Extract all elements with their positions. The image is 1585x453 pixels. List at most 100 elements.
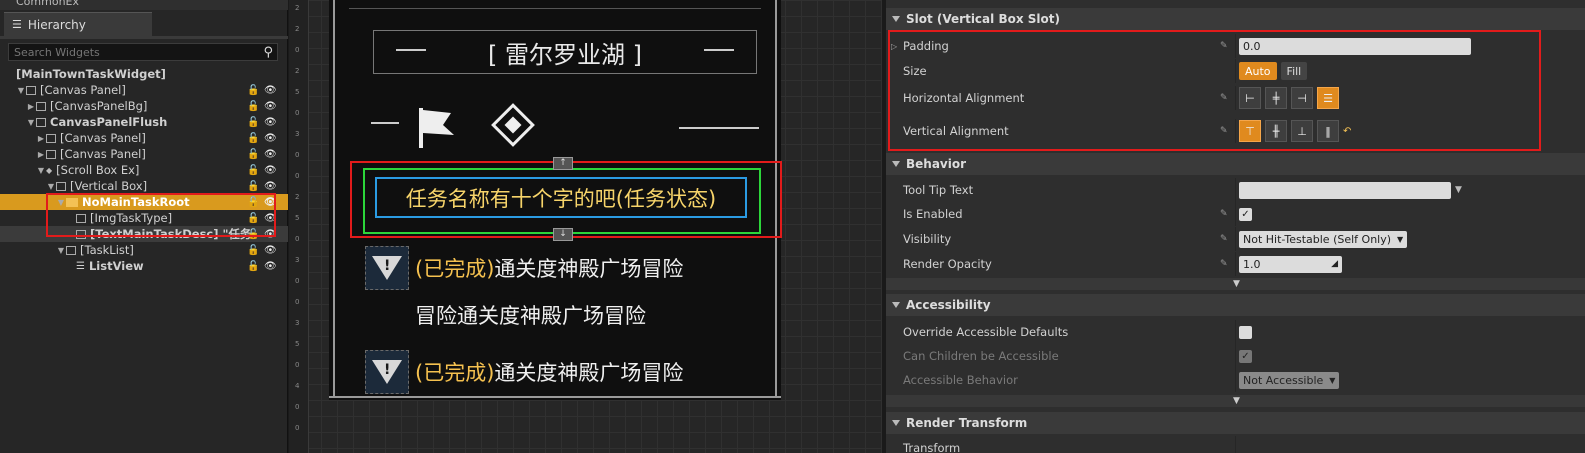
visibility-value: Not Hit-Testable (Self Only)	[1243, 232, 1392, 246]
visibility-eye-icon[interactable]: 👁	[264, 117, 277, 128]
tree-item[interactable]: ▶ [Canvas Panel] 🔓 👁	[0, 130, 288, 146]
opacity-input[interactable]: 1.0 ◢	[1239, 255, 1342, 273]
advanced-expander-accessibility[interactable]: ▼	[886, 395, 1585, 407]
expand-arrow-icon[interactable]: ▼	[56, 246, 66, 255]
tree-item[interactable]: ☰ ListView 🔓 👁	[0, 258, 288, 274]
task-list-item[interactable]: ! (已完成) 通关度神殿广场冒险	[365, 245, 759, 291]
scrollbox-icon: ◆	[46, 165, 53, 175]
search-widgets-field[interactable]: ⚲	[8, 43, 278, 61]
resize-handle-bottom[interactable]: ↓	[553, 228, 573, 241]
lock-icon[interactable]: 🔓	[247, 133, 259, 144]
tree-item[interactable]: ▼ NoMainTaskRoot 🔓 👁	[0, 194, 288, 210]
visibility-eye-icon[interactable]: 👁	[264, 85, 277, 96]
category-behavior-label: Behavior	[906, 157, 967, 171]
vertical-ruler: 2 2 0 2 5 0 3 0 0 2 5 0 3 0 0 3 5 0 4 0 0	[289, 0, 309, 453]
expand-arrow-icon[interactable]: ▶	[26, 102, 36, 111]
visibility-eye-icon[interactable]: 👁	[264, 245, 277, 256]
expand-arrow-icon[interactable]: ▼	[56, 198, 66, 207]
search-icon[interactable]: ⚲	[263, 45, 277, 60]
lock-icon[interactable]: 🔓	[247, 165, 259, 176]
is-enabled-checkbox[interactable]: ✓	[1239, 207, 1252, 221]
visibility-eye-icon[interactable]: 👁	[264, 181, 277, 192]
visibility-eye-icon[interactable]: 👁	[264, 165, 277, 176]
tree-item[interactable]: ▼ [Canvas Panel] 🔓 👁	[0, 82, 288, 98]
expand-arrow-icon[interactable]: ▼	[36, 166, 46, 175]
ruler-tick-label: 2	[295, 25, 300, 33]
visibility-eye-icon[interactable]: 👁	[264, 101, 277, 112]
category-render-transform[interactable]: Render Transform	[886, 412, 1585, 434]
ruler-tick-label: 0	[295, 298, 300, 306]
category-accessibility[interactable]: Accessibility	[886, 294, 1585, 316]
tooltip-input[interactable]	[1239, 181, 1451, 199]
tree-item[interactable]: [TextMainTaskDesc] "任务 🔓 👁	[0, 226, 288, 242]
ruler-tick-label: 3	[295, 130, 300, 138]
tab-hierarchy[interactable]: ☰ Hierarchy	[4, 12, 152, 36]
tree-item[interactable]: [MainTownTaskWidget]	[0, 66, 288, 82]
tree-item[interactable]: ▼ ◆ [Scroll Box Ex] 🔓 👁	[0, 162, 288, 178]
ruler-tick-label: 3	[295, 319, 300, 327]
visibility-eye-icon[interactable]: 👁	[264, 149, 277, 160]
collapse-icon	[892, 420, 900, 426]
ruler-tick-label: 0	[295, 277, 300, 285]
ruler-tick-label: 5	[295, 88, 300, 96]
visibility-eye-icon[interactable]: 👁	[264, 261, 277, 272]
accessible-behavior-dropdown: Not Accessible ▼	[1239, 371, 1340, 389]
visibility-dropdown[interactable]: Not Hit-Testable (Self Only) ▼	[1239, 230, 1408, 248]
prop-transform: Transform	[886, 436, 1585, 453]
lock-icon[interactable]: 🔓	[247, 149, 259, 160]
override-checkbox[interactable]	[1239, 325, 1252, 339]
lock-icon[interactable]: 🔓	[247, 117, 259, 128]
expand-arrow-icon[interactable]: ▼	[16, 86, 26, 95]
expand-arrow-icon[interactable]: ▶	[36, 134, 46, 143]
resize-handle-top[interactable]: ↑	[553, 157, 573, 170]
expand-arrow-icon[interactable]: ▶	[36, 150, 46, 159]
ruler-tick-label: 2	[295, 67, 300, 75]
visibility-eye-icon[interactable]: 👁	[264, 213, 277, 224]
designer-canvas[interactable]: 2 2 0 2 5 0 3 0 0 2 5 0 3 0 0 3 5 0 4 0 0 [ 雷尔罗业湖 ] ↑ 任务名称有十…	[289, 0, 882, 453]
tree-item-label: [ImgTaskType]	[90, 211, 173, 225]
search-input[interactable]	[9, 45, 264, 59]
reset-icon[interactable]: ✎	[1220, 234, 1228, 244]
ruler-tick-label: 3	[295, 256, 300, 264]
visibility-eye-icon[interactable]: 👁	[264, 133, 277, 144]
lock-icon[interactable]: 🔓	[247, 181, 259, 192]
tree-item[interactable]: [ImgTaskType] 🔓 👁	[0, 210, 288, 226]
annotation-box-details	[888, 30, 1541, 151]
category-behavior[interactable]: Behavior	[886, 153, 1585, 175]
slider-icon: ◢	[1331, 259, 1338, 269]
tree-item[interactable]: ▶ [CanvasPanelBg] 🔓 👁	[0, 98, 288, 114]
tree-item[interactable]: ▼ [TaskList] 🔓 👁	[0, 242, 288, 258]
ruler-tick-label: 5	[295, 340, 300, 348]
lock-icon[interactable]: 🔓	[247, 85, 259, 96]
lock-icon[interactable]: 🔓	[247, 213, 259, 224]
expand-arrow-icon[interactable]: ▼	[46, 182, 56, 191]
lock-icon[interactable]: 🔓	[247, 245, 259, 256]
transform-label: Transform	[903, 441, 961, 453]
expand-arrow-icon[interactable]: ▼	[26, 118, 36, 127]
lock-icon[interactable]: 🔓	[247, 229, 259, 240]
lock-icon[interactable]: 🔓	[247, 197, 259, 208]
warning-icon: !	[365, 350, 409, 394]
tree-item[interactable]: ▶ [Canvas Panel] 🔓 👁	[0, 146, 288, 162]
task-list-item[interactable]: !冒险通关度神殿广场冒险	[365, 292, 759, 338]
lock-icon[interactable]: 🔓	[247, 101, 259, 112]
lock-icon[interactable]: 🔓	[247, 261, 259, 272]
tab-hierarchy-label: Hierarchy	[27, 17, 86, 32]
category-slot[interactable]: Slot (Vertical Box Slot)	[886, 8, 1585, 30]
tree-item[interactable]: ▼ CanvasPanelFlush 🔓 👁	[0, 114, 288, 130]
reset-icon[interactable]: ✎	[1220, 209, 1228, 219]
tree-item[interactable]: ▼ [Vertical Box] 🔓 👁	[0, 178, 288, 194]
task-list-item[interactable]: ! (已完成) 通关度神殿广场冒险	[365, 349, 759, 395]
widget-icon	[46, 133, 56, 143]
visibility-eye-icon[interactable]: 👁	[264, 229, 277, 240]
reset-icon[interactable]: ✎	[1220, 259, 1228, 269]
main-task-name-text[interactable]: 任务名称有十个字的吧(任务状态)	[375, 177, 747, 218]
folder-icon	[66, 197, 78, 207]
collapse-icon	[892, 161, 900, 167]
widget-icon	[26, 85, 36, 95]
binding-dropdown-icon[interactable]: ▼	[1455, 185, 1462, 195]
common-ex-tab[interactable]: CommonEx	[0, 0, 288, 10]
advanced-expander-behavior[interactable]: ▼	[886, 278, 1585, 290]
visibility-eye-icon[interactable]: 👁	[264, 197, 277, 208]
prop-children-accessible: Can Children be Accessible ✓	[886, 344, 1585, 368]
